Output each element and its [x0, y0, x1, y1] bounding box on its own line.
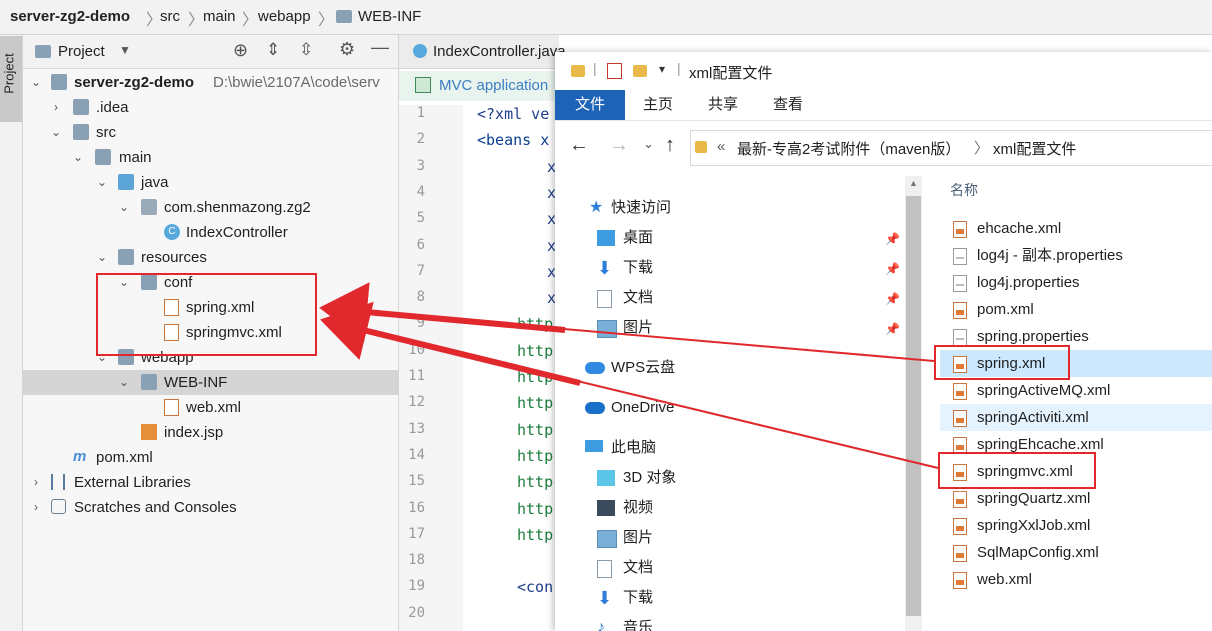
annotation-arrows	[319, 282, 939, 469]
arrow-to-springmvc	[320, 301, 581, 386]
arrow-to-spring	[319, 282, 566, 342]
